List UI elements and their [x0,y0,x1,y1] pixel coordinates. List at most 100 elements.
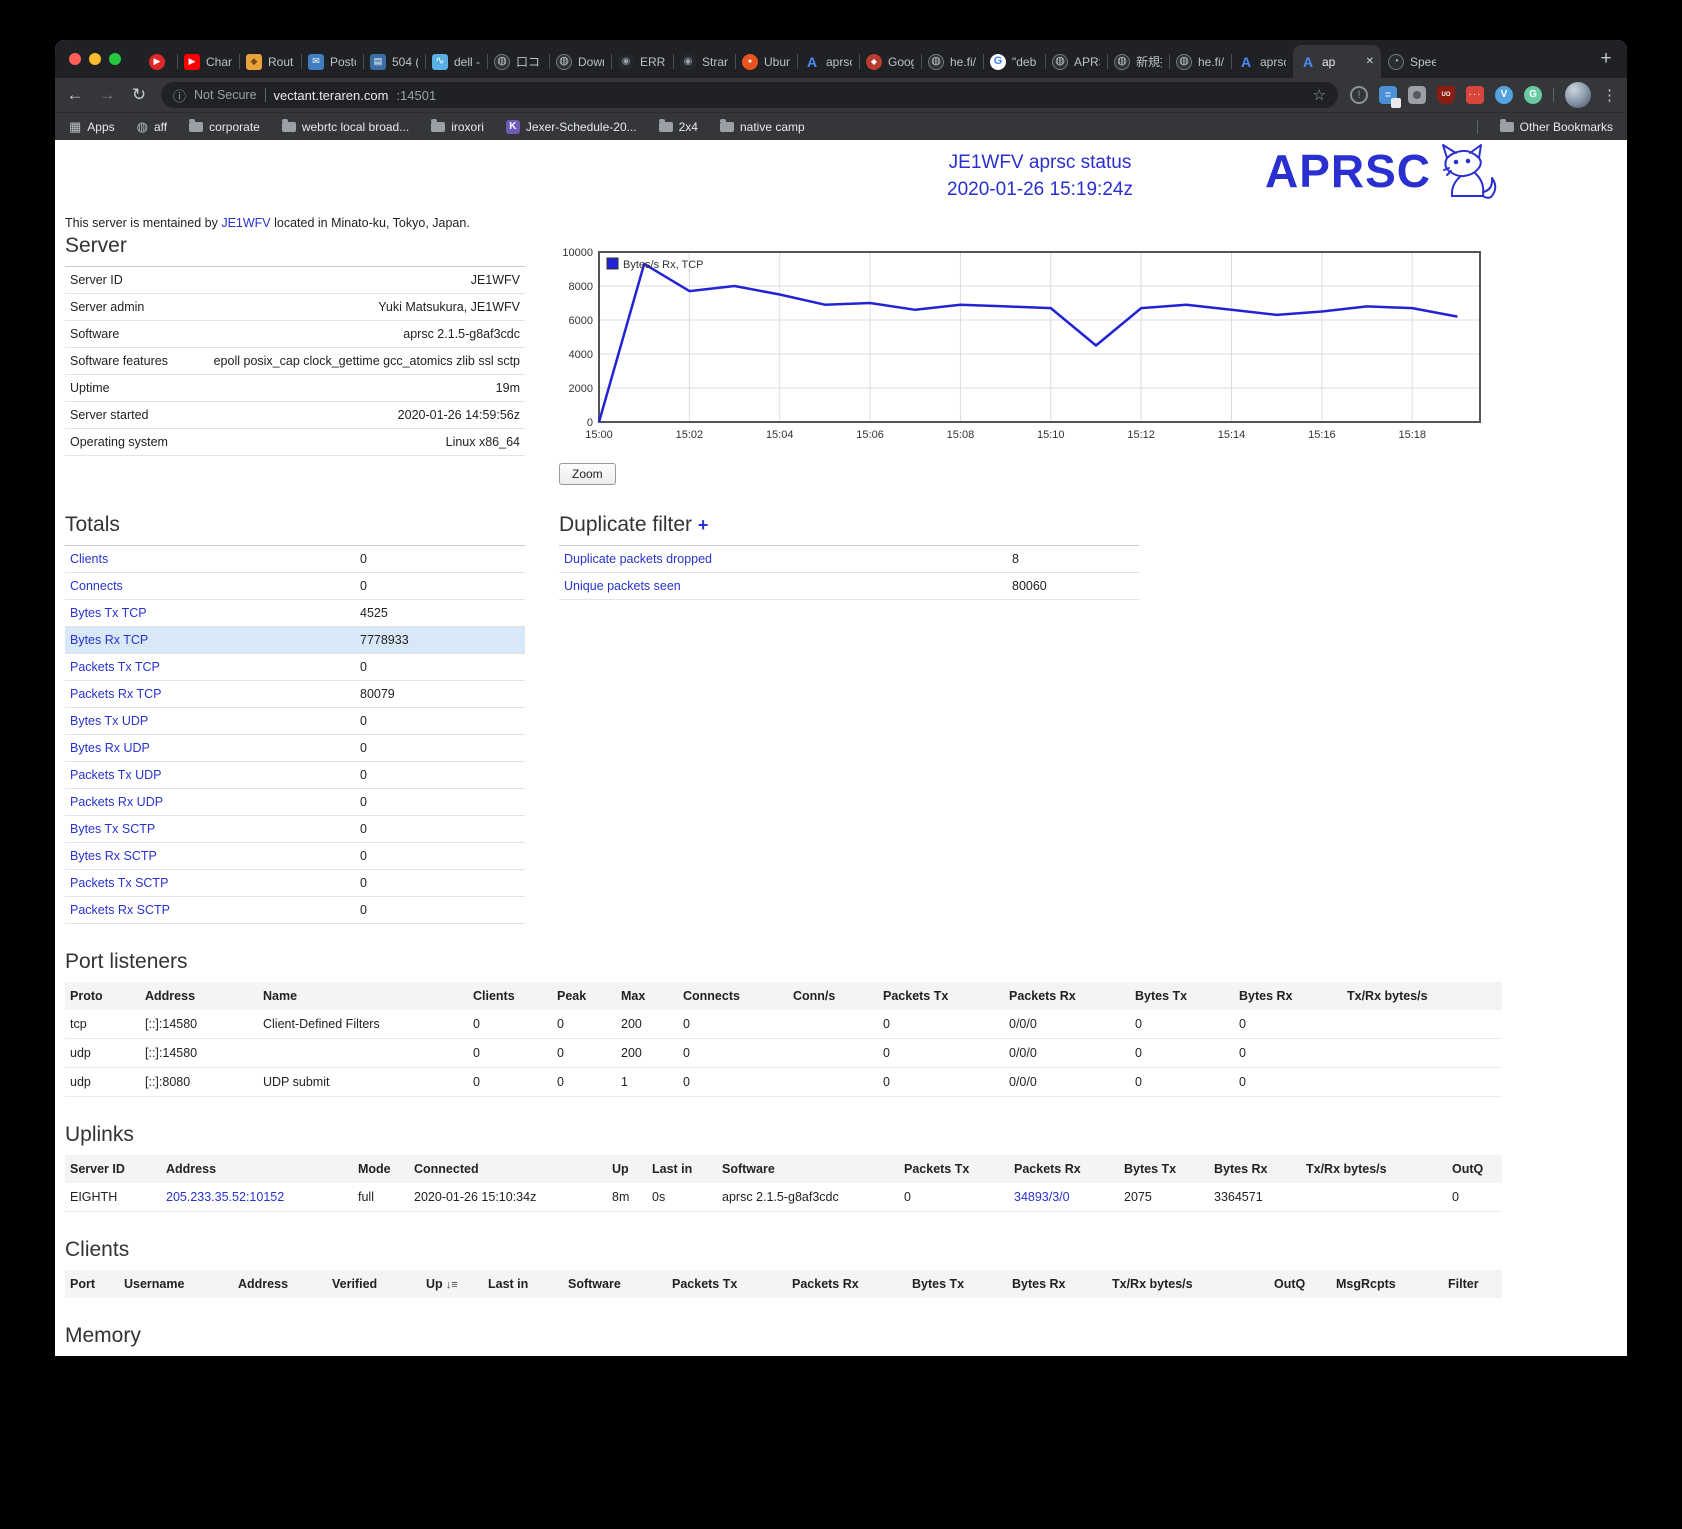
ublock-shield-icon[interactable]: UO [1437,86,1455,104]
table-row: Software featuresepoll posix_cap clock_g… [65,348,525,375]
metric-link[interactable]: Packets Tx TCP [70,660,360,674]
tab[interactable]: ◍新規掲 [1107,45,1169,78]
metric-link[interactable]: Packets Rx TCP [70,687,360,701]
clients-heading: Clients [65,1238,1617,1262]
metric-link[interactable]: Unique packets seen [564,579,1012,593]
metric-link[interactable]: Clients [70,552,360,566]
uplinks-table: Server IDAddressModeConnectedUpLast inSo… [65,1155,1502,1212]
expand-icon[interactable]: + [698,515,709,535]
bookmark-item[interactable]: webrtc local broad... [282,120,409,134]
close-window-button[interactable] [69,53,81,65]
tab[interactable]: ▶ [137,45,177,78]
table-row: Packets Rx TCP80079 [65,681,525,708]
tab[interactable]: ◍APRS [1045,45,1107,78]
row-value: 0 [360,768,367,782]
camera-extension-icon[interactable] [1408,86,1426,104]
metric-link[interactable]: Bytes Rx SCTP [70,849,360,863]
address-bar[interactable]: ⓘ Not Secure vectant.teraren.com :14501 … [161,82,1338,108]
row-value: 0 [360,903,367,917]
new-tab-button[interactable]: + [1591,44,1621,74]
bookmark-item[interactable]: native camp [720,120,805,134]
column-header: Server ID [65,1155,161,1183]
metric-link[interactable]: Connects [70,579,360,593]
bookmark-item[interactable]: ◍aff [137,120,167,134]
profile-avatar[interactable] [1565,82,1591,108]
duplicate-filter-heading: Duplicate filter + [559,513,1139,537]
metric-link[interactable]: Packets Tx SCTP [70,876,360,890]
page-info-icon[interactable]: ⓘ [173,86,186,105]
bookmark-item[interactable]: KJexer-Schedule-20... [506,120,637,134]
row-value: Yuki Matsukura, JE1WFV [144,300,520,314]
server-id-link[interactable]: JE1WFV [221,216,270,230]
sort-icon[interactable]: ↓≡ [443,1279,458,1291]
bookmark-star-icon[interactable]: ☆ [1313,86,1326,104]
table-row: Bytes Rx UDP0 [65,735,525,762]
tab[interactable]: ◍he.fi/ [921,45,983,78]
tab[interactable]: ◍he.fi/ [1169,45,1231,78]
zoom-window-button[interactable] [109,53,121,65]
tab[interactable]: ◍口コミ [487,45,549,78]
metric-link[interactable]: Bytes Tx UDP [70,714,360,728]
zoom-button[interactable]: Zoom [559,463,616,485]
browser-menu-icon[interactable]: ⋮ [1602,86,1617,104]
blue-app-extension-icon[interactable]: ≣ [1379,86,1397,104]
tab[interactable]: ◆Goog [859,45,921,78]
tab[interactable]: ◉ERRO [611,45,673,78]
cell-link[interactable]: 34893/3/0 [1014,1190,1070,1204]
metric-link[interactable]: Bytes Rx TCP [70,633,360,647]
grammarly-g-extension-icon[interactable]: G [1524,86,1542,104]
red-dots-extension-icon[interactable]: ··· [1466,86,1484,104]
svg-text:15:18: 15:18 [1398,429,1426,441]
tab[interactable]: ◆Route [239,45,301,78]
alert-extension-icon[interactable]: ! [1350,86,1368,104]
tab[interactable]: ∿dell - [425,45,487,78]
cell-link[interactable]: 205.233.35.52:10152 [166,1190,284,1204]
tab[interactable]: ◔Spee [1381,45,1443,78]
metric-link[interactable]: Bytes Rx UDP [70,741,360,755]
column-header: Verified [327,1270,421,1298]
cell: [::]:14580 [140,1039,258,1068]
aprsc-logo: APRSC [1265,142,1499,200]
tab[interactable]: ◍Down [549,45,611,78]
column-header: Port [65,1270,119,1298]
reload-icon[interactable]: ↻ [129,85,149,105]
metric-link[interactable]: Packets Rx UDP [70,795,360,809]
bookmark-item[interactable]: ▦Apps [69,120,115,134]
play-favicon: ▶ [149,54,165,70]
metric-link[interactable]: Bytes Tx TCP [70,606,360,620]
column-header: Packets Tx [667,1270,787,1298]
tab[interactable]: Aaprsc [1231,45,1293,78]
column-header: Tx/Rx bytes/s [1342,982,1502,1010]
metric-link[interactable]: Packets Rx SCTP [70,903,360,917]
close-tab-icon[interactable]: ✕ [1366,56,1374,67]
forward-icon[interactable]: → [97,85,117,105]
table-row: Bytes Rx SCTP0 [65,843,525,870]
globe-favicon: ◍ [1052,54,1068,70]
metric-link[interactable]: Bytes Tx SCTP [70,822,360,836]
globe-icon: ◍ [137,120,148,133]
cell: 0/0/0 [1004,1068,1130,1097]
tab[interactable]: ✉Posto [301,45,363,78]
bookmark-item[interactable]: 2x4 [659,120,698,134]
other-bookmarks[interactable]: Other Bookmarks [1500,120,1613,134]
cell: 0 [678,1039,788,1068]
tab[interactable]: ▶Chan [177,45,239,78]
bookmark-item[interactable]: iroxori [431,120,484,134]
tab[interactable]: Aap✕ [1293,45,1381,78]
cell: UDP submit [258,1068,468,1097]
metric-link[interactable]: Packets Tx UDP [70,768,360,782]
metric-link[interactable]: Duplicate packets dropped [564,552,1012,566]
bookmark-item[interactable]: corporate [189,120,260,134]
svg-text:6000: 6000 [569,315,593,327]
page-title-line2: 2020-01-26 15:19:24z [860,177,1220,204]
tab[interactable]: ◉Stran [673,45,735,78]
minimize-window-button[interactable] [89,53,101,65]
traffic-chart: 020004000600080001000015:0015:0215:0415:… [559,246,1484,447]
blue-v-extension-icon[interactable]: V [1495,86,1513,104]
tab[interactable]: G"deb [983,45,1045,78]
svg-text:15:04: 15:04 [766,429,794,441]
tab[interactable]: ▤504 ( [363,45,425,78]
back-icon[interactable]: ← [65,85,85,105]
tab[interactable]: Aaprsc [797,45,859,78]
tab[interactable]: ●Ubun [735,45,797,78]
